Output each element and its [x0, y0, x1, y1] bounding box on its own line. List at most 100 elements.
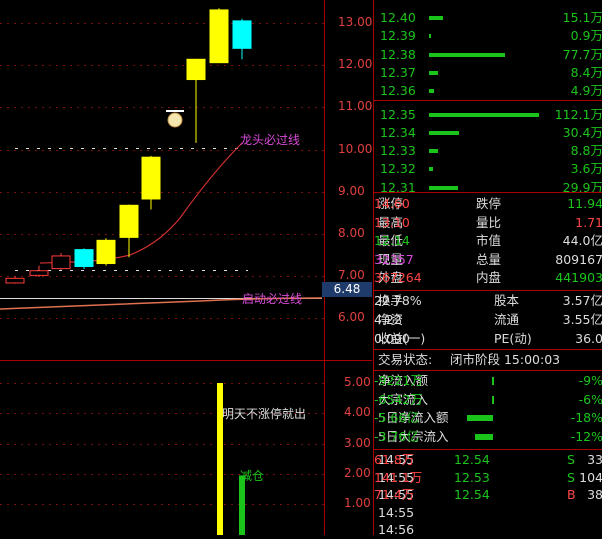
order-book-row[interactable]: 12.35 112.1万 [374, 106, 602, 124]
order-price: 12.36 [380, 83, 416, 99]
tick-volume: 141.1万 [374, 469, 423, 485]
tick-row: 14:55 12.53 141.1万 S 104 [374, 469, 602, 487]
capital-flow-row: 5日净流入额 -5.66亿 -18% [374, 409, 602, 427]
indicator-bar [239, 475, 245, 535]
order-price: 12.37 [380, 64, 416, 80]
flow-pct: -6% [578, 391, 602, 407]
y-axis-label: 7.00 [338, 268, 365, 283]
price-tag: 6.48 [322, 282, 372, 297]
quote-value: 13.10 [374, 214, 410, 230]
tick-row: 14:55 [374, 504, 602, 522]
flow-value: -5.66亿 [374, 410, 419, 425]
capital-flow-row: 5日大宗流入 -3.76亿 -12% [374, 428, 602, 446]
indicator-axis-label: 2.00 [344, 465, 371, 480]
quote-row: 涨停 14.60 跌停 11.94 [374, 195, 602, 213]
indicator-axis-label: 5.00 [344, 375, 371, 389]
tick-time: 14:55 [378, 504, 415, 520]
quote-row: 换手 22.78% 股本 3.57亿 [374, 292, 602, 310]
volume-bar [429, 52, 505, 57]
quote-label: 市值 [476, 233, 502, 249]
flow-pct: -12% [570, 428, 602, 444]
flow-value: -9221万 [374, 373, 423, 388]
quote-value: 36.0 [575, 331, 602, 346]
quote-row: 最高 13.10 量比 1.71 [374, 214, 602, 232]
candle-body [119, 204, 139, 238]
order-price: 12.32 [380, 161, 416, 177]
chart-canvas [0, 0, 372, 535]
quote-label: 量比 [476, 214, 502, 230]
order-book-row[interactable]: 12.38 77.7万 [374, 46, 602, 64]
divider [374, 349, 602, 350]
divider [374, 370, 602, 371]
order-book-row[interactable]: 12.40 15.1万 [374, 9, 602, 27]
y-axis-label: 12.00 [338, 57, 373, 72]
order-book-row[interactable]: 12.39 0.9万 [374, 27, 602, 45]
candle-body [209, 9, 229, 64]
quote-panel: 12.40 15.1万 12.39 0.9万 12.38 77.7万 12.37 8.4万 12… [373, 0, 602, 537]
quote-value: 809167 [555, 251, 602, 267]
order-book-row[interactable]: 12.37 8.4万 [374, 64, 602, 82]
quote-label: 总量 [476, 251, 502, 267]
quote-value: 22.78% [374, 293, 422, 308]
tick-time: 14:56 [378, 522, 415, 538]
order-book-row[interactable]: 12.33 8.8万 [374, 142, 602, 160]
quote-value: 441903 [555, 270, 602, 286]
y-axis-label: 13.00 [338, 15, 373, 29]
order-book-row[interactable]: 12.36 4.9万 [374, 82, 602, 100]
order-price: 12.35 [380, 106, 416, 122]
order-volume: 15.1万 [562, 10, 602, 25]
order-price: 12.33 [380, 143, 416, 159]
quote-value: 32357 [374, 251, 414, 267]
candle-body [74, 249, 94, 267]
trade-status-label: 交易状态: [378, 352, 433, 367]
flow-pct: -18% [570, 410, 602, 425]
flow-value: -3.76亿 [374, 428, 419, 444]
tick-count: 33 [587, 452, 602, 467]
tick-row: 14:55 12.54 61.8万 S 33 [374, 451, 602, 469]
order-price: 12.31 [380, 179, 416, 195]
candle-body [232, 20, 252, 49]
quote-row: 收益(一) 0.090 PE(动) 36.0 [374, 330, 602, 348]
tick-volume: 61.8万 [374, 452, 415, 467]
quote-row: 最低 12.14 市值 44.0亿 [374, 232, 602, 250]
quote-row: 净资 4.22 流通 3.55亿 [374, 311, 602, 329]
quote-value: 3.55亿 [562, 312, 602, 327]
order-price: 12.39 [380, 28, 416, 44]
tick-row: 14:55 12.54 71.4万 B 38 [374, 486, 602, 504]
tick-side: S [567, 469, 575, 485]
reduce-position-label: 减仓 [240, 469, 265, 483]
trend-curve [39, 142, 243, 264]
flow-value: -6542万 [374, 391, 423, 407]
quote-value: 1.71 [575, 214, 602, 230]
tick-row: 14:56 [374, 521, 602, 539]
tick-side: B [567, 487, 576, 503]
y-axis-label: 9.00 [338, 183, 365, 198]
order-volume: 3.6万 [570, 161, 602, 177]
order-book-row[interactable]: 12.31 29.9万 [374, 179, 602, 197]
trade-status-row: 交易状态: 闭市阶段 15:00:03 [374, 351, 602, 369]
order-book-row[interactable]: 12.34 30.4万 [374, 124, 602, 142]
flow-pct: -9% [578, 373, 602, 388]
quote-label: 股本 [494, 293, 520, 308]
quote-value: 44.0亿 [562, 233, 602, 249]
order-price: 12.40 [380, 10, 416, 25]
order-book-row[interactable]: 12.32 3.6万 [374, 160, 602, 178]
sell-signal-label: 明天不涨停就出 [222, 407, 307, 421]
quote-value: 0.090 [374, 331, 410, 346]
volume-bar [429, 112, 539, 117]
indicator-axis-label: 3.00 [344, 435, 371, 450]
order-price: 12.34 [380, 124, 416, 140]
tick-count: 38 [587, 487, 602, 503]
candlestick-chart[interactable]: 6.48 龙头必过线 启动必过线 明天不涨停就出 减仓 13.00 12.00 11… [0, 0, 372, 535]
indicator-axis-label: 1.00 [344, 496, 371, 511]
money-bag-icon [167, 112, 183, 128]
divider [374, 449, 602, 450]
divider [374, 290, 602, 291]
order-volume: 4.9万 [570, 83, 602, 99]
order-volume: 29.9万 [562, 179, 602, 195]
quote-label: PE(动) [494, 331, 532, 346]
y-axis-label: 8.00 [338, 226, 365, 240]
tick-count: 104 [579, 469, 602, 485]
quote-row: 现量 32357 总量 809167 [374, 251, 602, 269]
candle-body [96, 239, 116, 265]
